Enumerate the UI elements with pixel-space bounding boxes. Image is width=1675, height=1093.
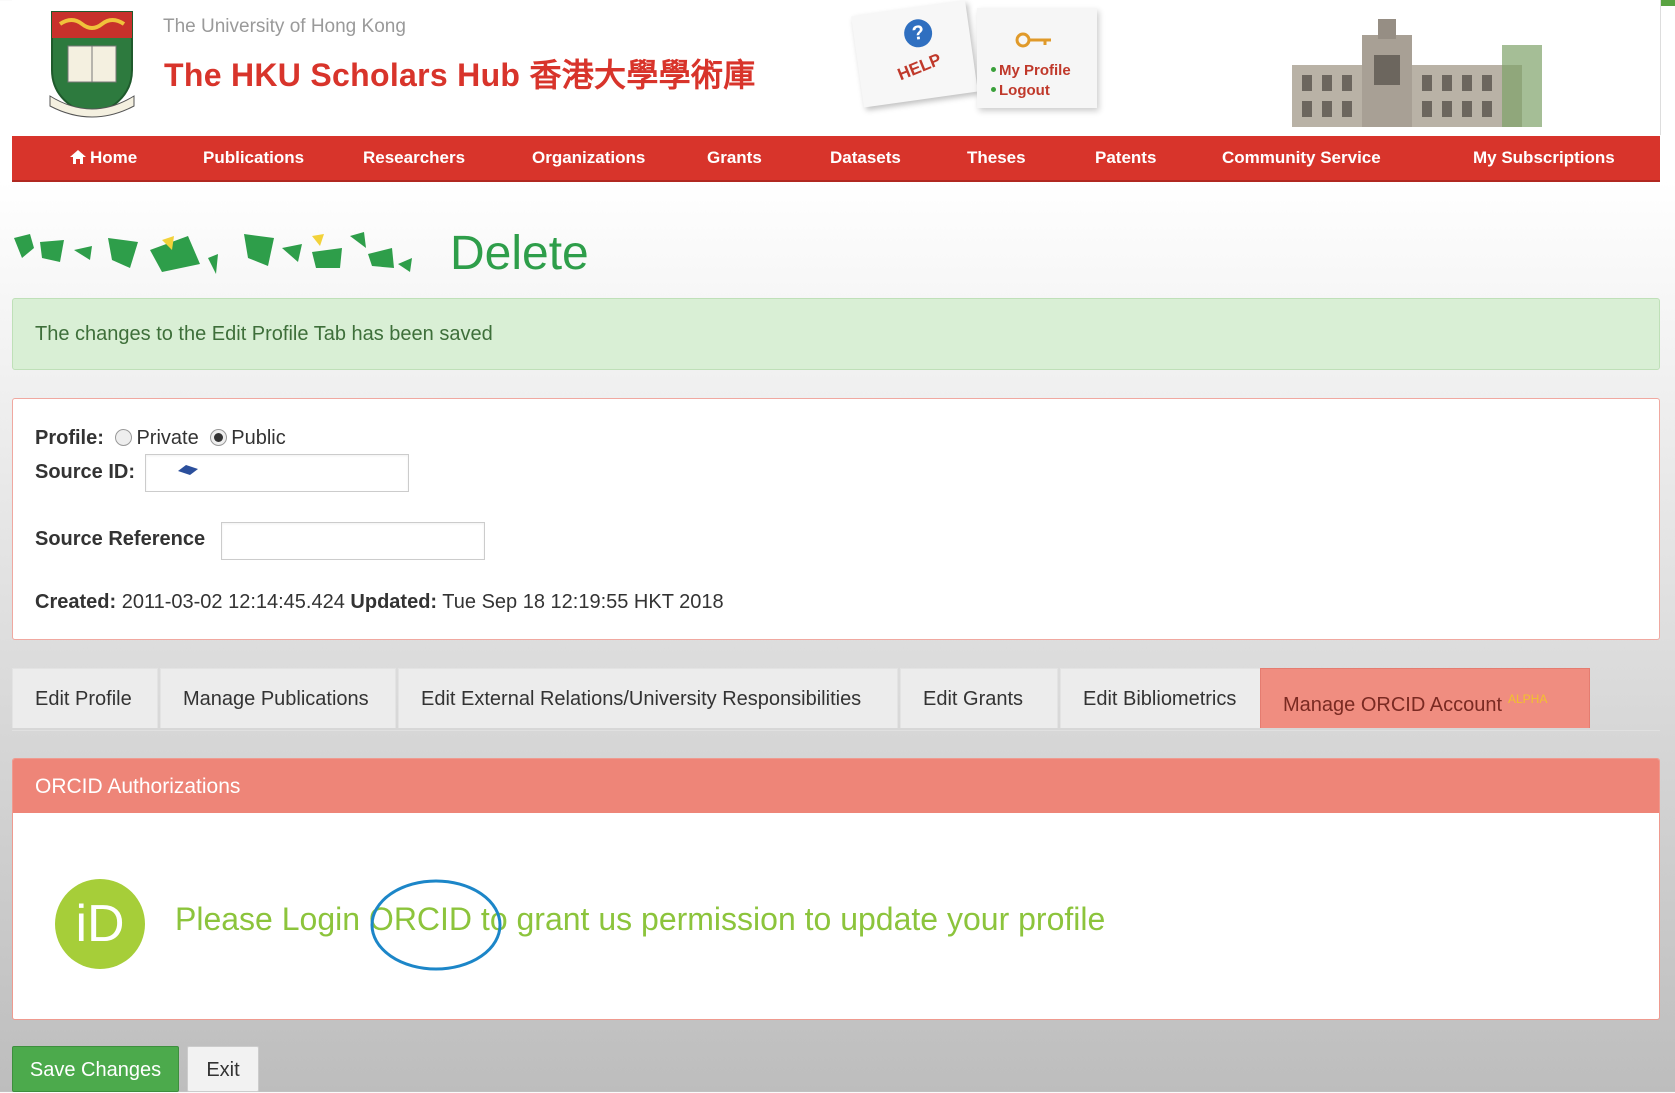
tab-manage-orcid-account[interactable]: Manage ORCID Account ALPHA [1260,668,1590,728]
profile-label: Profile: [35,427,104,449]
nav-organizations[interactable]: Organizations [532,148,645,168]
tab-edit-bibliometrics[interactable]: Edit Bibliometrics [1060,668,1268,728]
nav-publications[interactable]: Publications [203,148,304,168]
nav-datasets[interactable]: Datasets [830,148,901,168]
nav-patents[interactable]: Patents [1095,148,1156,168]
alert-message: The changes to the Edit Profile Tab has … [35,323,493,345]
source-reference-field[interactable] [221,522,485,560]
tab-manage-publications[interactable]: Manage Publications [160,668,396,728]
profile-tabs: Edit Profile Manage Publications Edit Ex… [12,668,1660,731]
university-name: The University of Hong Kong [163,16,406,37]
created-label: Created: [35,591,117,613]
exit-button[interactable]: Exit [187,1046,259,1092]
tab-edit-external-relations[interactable]: Edit External Relations/University Respo… [398,668,898,728]
updated-label: Updated: [350,591,438,613]
orcid-panel: ORCID Authorizations iD Please Login ORC… [12,758,1660,1020]
tab-edit-profile[interactable]: Edit Profile [12,668,158,728]
nav-grants[interactable]: Grants [707,148,762,168]
orcid-panel-header: ORCID Authorizations [13,759,1659,813]
site-header: The University of Hong Kong The HKU Scho… [12,0,1661,135]
profile-panel: Profile: Private Public Source ID: Sourc… [12,398,1660,640]
redacted-name-scribble [14,232,412,274]
tab-edit-grants[interactable]: Edit Grants [900,668,1058,728]
main-nav: Home Publications Researchers Organizati… [12,136,1660,182]
hku-crest-logo[interactable] [46,10,138,120]
logout-link[interactable]: Logout [991,82,1050,99]
source-reference-row: Source Reference [35,528,205,551]
tab-manage-orcid-label: Manage ORCID Account [1283,694,1502,716]
my-profile-link[interactable]: My Profile [991,62,1071,79]
orcid-id-icon[interactable]: iD [55,879,145,969]
nav-my-subscriptions[interactable]: My Subscriptions [1473,148,1615,168]
success-alert: The changes to the Edit Profile Tab has … [12,298,1660,370]
hub-title[interactable]: The HKU Scholars Hub 香港大學學術庫 [164,50,756,96]
private-label: Private [136,427,199,449]
question-mark-icon: ? [902,17,934,50]
source-id-field[interactable] [145,454,409,492]
source-reference-label: Source Reference [35,528,206,550]
private-radio[interactable] [115,429,133,446]
profile-visibility-row: Profile: Private Public [35,427,286,450]
home-icon [70,150,86,164]
dates-row: Created: 2011-03-02 12:14:45.424 Updated… [35,591,724,614]
public-label: Public [231,427,286,449]
nav-theses[interactable]: Theses [967,148,1026,168]
orcid-panel-title: ORCID Authorizations [35,775,241,798]
page: The University of Hong Kong The HKU Scho… [0,0,1675,1092]
orcid-message-after: to grant us permission to update your pr… [472,901,1106,937]
created-value: 2011-03-02 12:14:45.424 [121,591,345,613]
key-icon [1015,32,1051,48]
orcid-login-message: Please Login ORCID to grant us permissio… [175,901,1105,938]
help-label: HELP [894,49,944,85]
nav-home[interactable]: Home [69,148,137,168]
nav-researchers[interactable]: Researchers [363,148,465,168]
user-links-card: My Profile Logout [977,8,1097,108]
updated-value: Tue Sep 18 12:19:55 HKT 2018 [442,591,724,613]
orcid-message-before: Please Login [175,901,369,937]
nav-home-label: Home [90,148,138,167]
alpha-badge: ALPHA [1508,692,1548,706]
source-id-row: Source ID: [35,461,135,484]
help-button[interactable]: ? HELP [851,0,978,108]
redaction-mark [178,465,198,475]
highlight-circle-annotation [370,879,502,971]
main-building-image [1282,15,1542,127]
public-radio[interactable] [210,429,228,446]
page-title: Delete [450,227,589,280]
save-changes-button[interactable]: Save Changes [12,1046,179,1092]
source-id-label: Source ID: [35,461,136,483]
nav-community-service[interactable]: Community Service [1222,148,1381,168]
